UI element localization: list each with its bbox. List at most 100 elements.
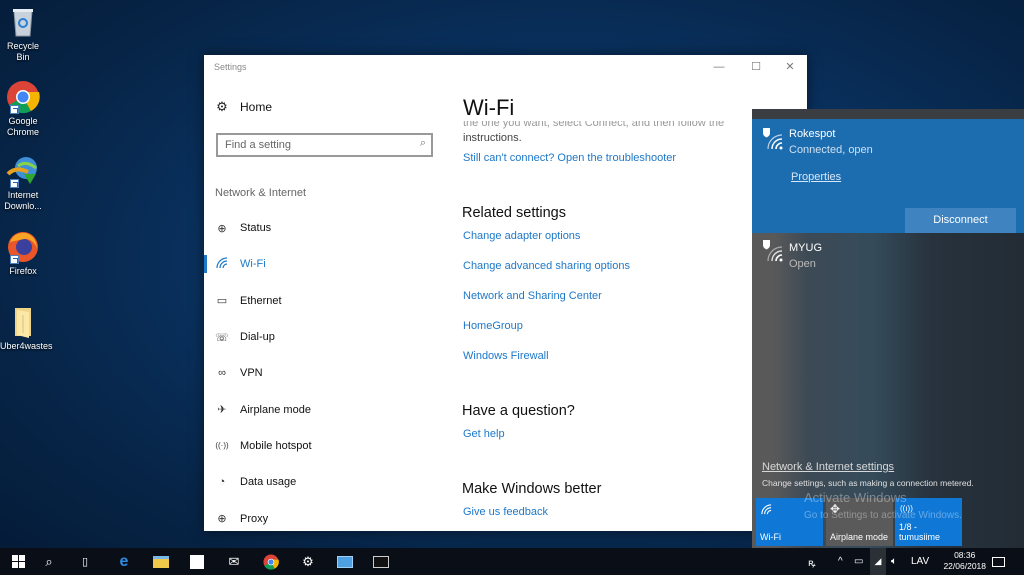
nav-item-proxy[interactable]: ⊕ Proxy (204, 500, 444, 536)
file-explorer-icon (153, 555, 169, 568)
tile-label-line1: 1/8 - (899, 522, 918, 532)
gear-icon: ⚙ (302, 553, 314, 569)
nav-item-label: Status (240, 222, 272, 235)
wifi-icon (761, 504, 772, 518)
airplane-icon: ✈ (217, 404, 227, 417)
shortcut-arrow-icon (10, 255, 19, 264)
settings-window: Settings — ☐ ✕ ⚙ Home ⌕ Network & Intern… (204, 55, 807, 531)
taskbar-settings[interactable]: ⚙ (290, 548, 326, 575)
nav-item-label: Data usage (240, 476, 297, 489)
network-tray-button[interactable]: ◢ (870, 548, 886, 575)
wifi-icon (214, 257, 230, 272)
mobile-hotspot-icon: ((·)) (215, 441, 229, 451)
desktop-icon-firefox[interactable]: Firefox (0, 230, 46, 277)
tile-label: Wi-Fi (760, 532, 781, 542)
chevron-up-icon: ^ (838, 556, 843, 567)
nav-item-label: VPN (240, 367, 263, 380)
question-heading: Have a question? (462, 403, 575, 419)
nav-item-vpn[interactable]: ∞ VPN (204, 355, 444, 391)
link-change-adapter-options[interactable]: Change adapter options (463, 230, 580, 242)
network-properties-link[interactable]: Properties (791, 171, 841, 183)
window-title: Settings (214, 62, 247, 72)
close-button[interactable]: ✕ (775, 57, 805, 77)
nav-item-ethernet[interactable]: ▭ Ethernet (204, 283, 444, 319)
taskbar-mail[interactable]: ✉ (216, 548, 252, 575)
taskbar-control-panel[interactable] (327, 548, 363, 575)
quick-action-wifi[interactable]: Wi-Fi (756, 498, 823, 546)
link-network-sharing-center[interactable]: Network and Sharing Center (463, 290, 602, 302)
language-indicator[interactable]: LAV (911, 548, 929, 575)
taskbar-file-explorer[interactable] (143, 548, 179, 575)
firefox-icon (6, 230, 40, 264)
nav-item-status[interactable]: ⊕ Status (204, 210, 444, 246)
link-change-advanced-sharing[interactable]: Change advanced sharing options (463, 260, 630, 272)
notification-icon (992, 556, 1005, 567)
nav-section-label: Network & Internet (215, 187, 307, 199)
clock[interactable]: 08:36 22/06/2018 (943, 550, 986, 572)
taskbar-store[interactable] (179, 548, 215, 575)
desktop-icon-internet-download-manager[interactable]: Internet Downlo... (0, 154, 46, 212)
nav-item-label: Mobile hotspot (240, 439, 312, 452)
task-view-button[interactable]: ▯ (67, 548, 103, 575)
get-help-link[interactable]: Get help (463, 428, 505, 440)
activate-windows-watermark-text: Go to Settings to activate Windows. (804, 510, 962, 521)
shortcut-arrow-icon (10, 105, 19, 114)
nav-item-label: Wi-Fi (240, 258, 266, 271)
show-hidden-icons-button[interactable]: ^ (838, 548, 843, 575)
nav-item-dialup[interactable]: ☏ Dial-up (204, 319, 444, 355)
network-item-connected[interactable]: Rokespot Connected, open Properties Disc… (752, 119, 1024, 233)
desktop-icon-label: Internet Downlo... (4, 190, 42, 211)
gear-icon: ⚙ (216, 99, 228, 114)
desktop-icon-uber4wastes-folder[interactable]: Uber4wastes (0, 305, 53, 352)
network-item[interactable]: MYUG Open (752, 233, 1024, 273)
taskbar-command-prompt[interactable] (363, 548, 399, 575)
nav-item-label: Ethernet (240, 294, 282, 307)
dialup-phone-icon: ☏ (215, 331, 229, 344)
status-globe-icon: ⊕ (217, 222, 227, 235)
activate-windows-watermark-title: Activate Windows (804, 490, 907, 505)
power-tray-button[interactable]: ▭ (854, 548, 863, 575)
chrome-icon (263, 553, 279, 570)
nav-item-mobile-hotspot[interactable]: ((·)) Mobile hotspot (204, 428, 444, 464)
nav-item-data-usage[interactable]: ◔ Data usage (204, 464, 444, 500)
command-prompt-icon (373, 555, 389, 568)
network-name: Rokespot (789, 128, 836, 140)
desktop-icon-chrome[interactable]: Google Chrome (0, 80, 46, 138)
troubleshooter-link[interactable]: Still can't connect? Open the troublesho… (463, 152, 676, 164)
network-internet-settings-link[interactable]: Network & Internet settings (762, 461, 894, 473)
settings-search[interactable]: ⌕ (216, 133, 433, 157)
volume-tray-button[interactable]: 🔈︎ (891, 548, 897, 575)
nav-item-wifi[interactable]: Wi-Fi (204, 246, 444, 282)
network-status: Open (789, 258, 816, 270)
data-usage-icon: ◔ (218, 476, 226, 489)
wifi-shield-icon (762, 239, 783, 262)
disconnect-button[interactable]: Disconnect (905, 208, 1016, 233)
content-pane: Wi-Fi the one you want, select Connect, … (462, 55, 753, 531)
clock-time: 08:36 (954, 550, 976, 560)
desktop-icon-recycle-bin[interactable]: Recycle Bin (0, 5, 46, 63)
taskbar-chrome[interactable] (253, 548, 289, 575)
network-settings-description: Change settings, such as making a connec… (762, 478, 974, 488)
taskbar-edge[interactable]: e (106, 548, 142, 575)
taskbar: ⌕ ▯ e ✉ ⚙ ꝶ ^ ▭ ◢ 🔈︎ LAV 08:36 22/06/201… (0, 548, 1024, 575)
task-view-icon: ▯ (81, 556, 89, 568)
desktop-icon-label: Uber4wastes (0, 341, 53, 351)
search-icon[interactable]: ⌕ (420, 137, 426, 150)
vpn-icon: ∞ (218, 367, 226, 380)
nav-item-label: Proxy (240, 512, 269, 525)
search-button[interactable]: ⌕ (31, 548, 67, 575)
give-feedback-link[interactable]: Give us feedback (463, 506, 548, 518)
instructions-text: instructions. (463, 132, 522, 144)
action-center-button[interactable] (992, 548, 1005, 575)
search-input[interactable] (218, 135, 398, 155)
nav-item-airplane-mode[interactable]: ✈ Airplane mode (204, 391, 444, 427)
store-icon (190, 554, 204, 569)
battery-plug-icon: ▭ (854, 556, 864, 567)
link-homegroup[interactable]: HomeGroup (463, 320, 523, 332)
tile-label: 1/8 - tumusiime (899, 522, 940, 542)
quick-action-mobile-hotspot[interactable]: ((ı)) 1/8 - tumusiime (895, 498, 962, 546)
nav-item-label: Airplane mode (240, 403, 311, 416)
nav-home[interactable]: ⚙ Home (214, 99, 272, 115)
link-windows-firewall[interactable]: Windows Firewall (463, 350, 549, 362)
people-button[interactable]: ꝶ (808, 548, 816, 575)
